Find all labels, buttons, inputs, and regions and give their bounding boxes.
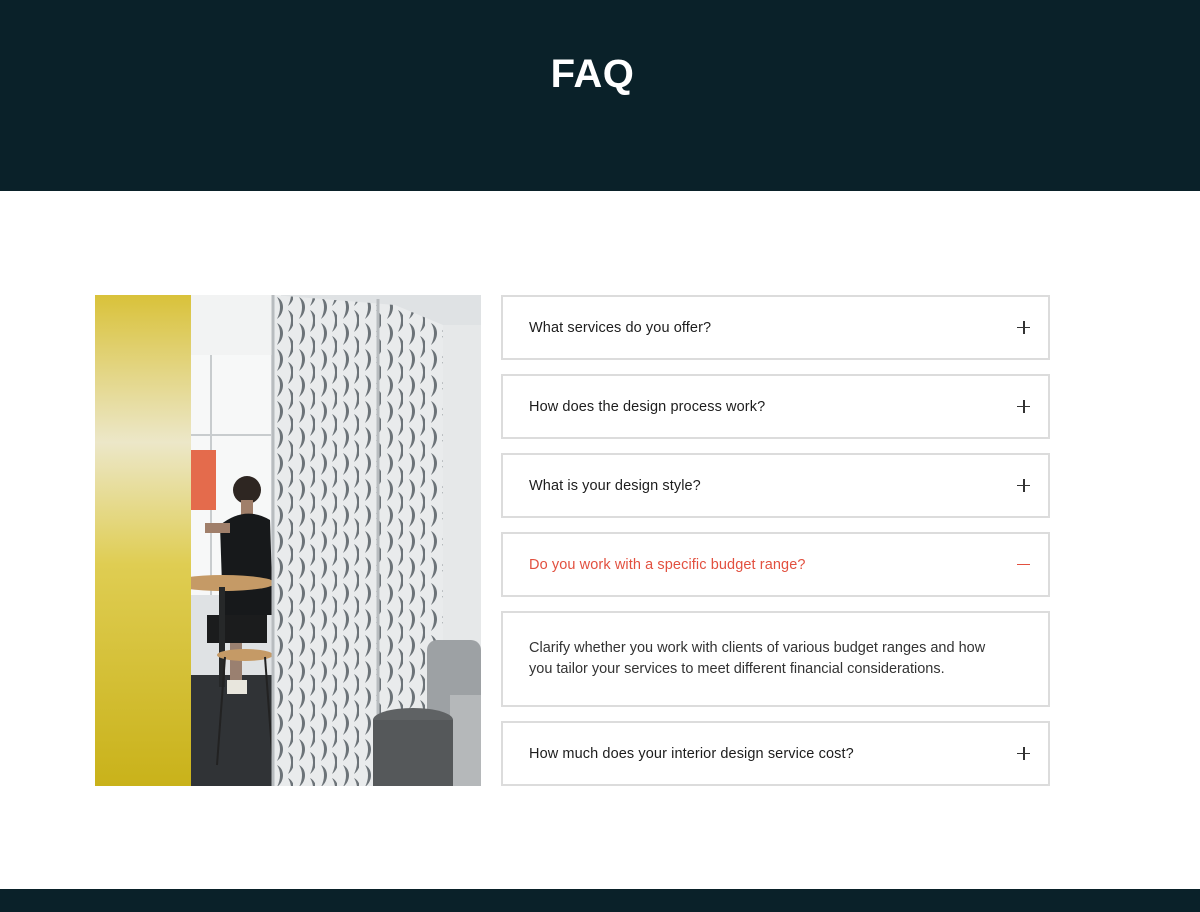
- faq-question-active[interactable]: Do you work with a specific budget range…: [529, 557, 806, 573]
- office-partition-photo: [95, 295, 481, 786]
- faq-item-cost[interactable]: How much does your interior design servi…: [501, 721, 1050, 786]
- faq-question[interactable]: What services do you offer?: [529, 320, 711, 336]
- faq-answer-text: Clarify whether you work with clients of…: [529, 640, 986, 677]
- page-header: FAQ: [0, 0, 1200, 191]
- faq-item-services[interactable]: What services do you offer?: [501, 295, 1050, 360]
- faq-item-budget[interactable]: Do you work with a specific budget range…: [501, 532, 1050, 597]
- faq-item-process[interactable]: How does the design process work?: [501, 374, 1050, 439]
- footer: [0, 889, 1200, 912]
- faq-question[interactable]: How much does your interior design servi…: [529, 746, 854, 762]
- faq-question[interactable]: What is your design style?: [529, 478, 701, 494]
- plus-icon[interactable]: [1017, 478, 1031, 493]
- plus-icon[interactable]: [1017, 320, 1031, 335]
- page-title: FAQ: [550, 52, 635, 96]
- plus-icon[interactable]: [1017, 399, 1031, 414]
- faq-answer-budget: Clarify whether you work with clients of…: [501, 611, 1050, 707]
- faq-item-style[interactable]: What is your design style?: [501, 453, 1050, 518]
- faq-question[interactable]: How does the design process work?: [529, 399, 765, 415]
- minus-icon[interactable]: [1017, 558, 1031, 572]
- plus-icon[interactable]: [1017, 746, 1031, 761]
